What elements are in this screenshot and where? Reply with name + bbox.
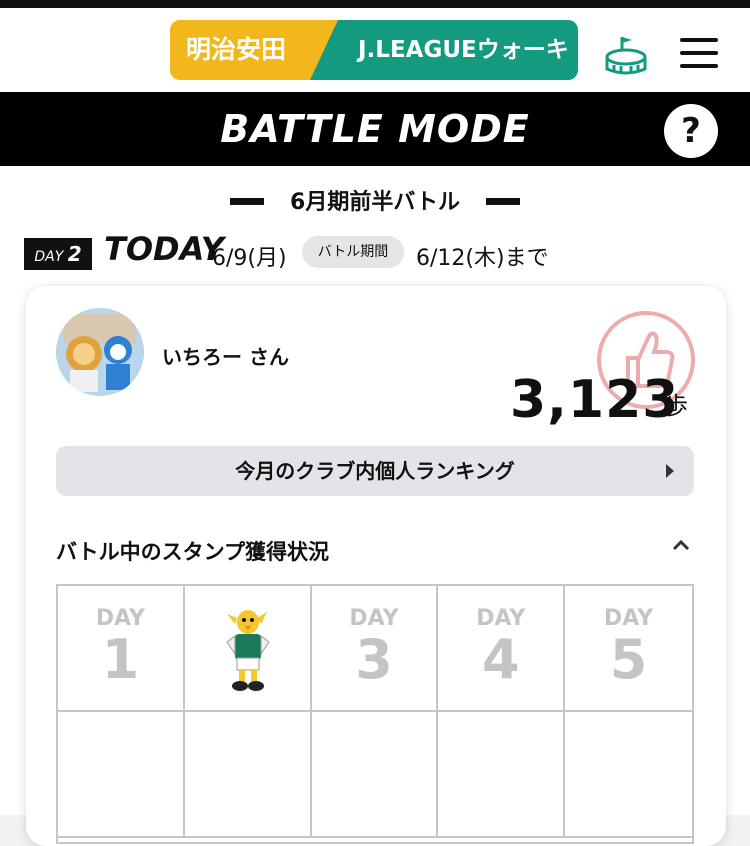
page-title: BATTLE MODE bbox=[220, 107, 530, 151]
user-battle-card: いちろー さん 3,123 歩 今月のクラブ内個人ランキング バトル中のスタンプ… bbox=[26, 286, 726, 846]
stamp-cell-day-3: DAY 3 bbox=[311, 586, 439, 712]
user-name: いちろー さん bbox=[162, 345, 289, 369]
today-label: TODAY bbox=[104, 230, 224, 268]
mascot-stamp-icon bbox=[226, 610, 270, 691]
battle-mode-bar: BATTLE MODE ? bbox=[0, 92, 750, 166]
day-badge-number: 2 bbox=[67, 242, 82, 266]
chevron-right-icon bbox=[666, 464, 674, 478]
main-content: 6月期前半バトル DAY 2 TODAY 6/9(月) バトル期間 6/12(木… bbox=[0, 166, 750, 846]
club-ranking-button[interactable]: 今月のクラブ内個人ランキング bbox=[56, 446, 694, 496]
hamburger-menu-icon[interactable] bbox=[680, 38, 718, 68]
stamp-cell-empty bbox=[58, 712, 185, 838]
battle-period-title: 6月期前半バトル bbox=[290, 190, 460, 215]
stamp-cell-number: 4 bbox=[482, 628, 520, 691]
chevron-up-icon[interactable] bbox=[672, 538, 690, 552]
stamp-cell-day-2 bbox=[184, 586, 312, 712]
stamp-grid: DAY 1 DAY 3 DAY 4 DAY 5 bbox=[56, 584, 694, 844]
avatar[interactable] bbox=[56, 308, 144, 396]
step-unit: 歩 bbox=[664, 392, 688, 420]
step-count: 3,123 bbox=[510, 370, 680, 430]
stamp-cell-day-1: DAY 1 bbox=[58, 586, 185, 712]
stamp-cell-empty bbox=[311, 712, 439, 838]
app-logo[interactable]: 明治安田 J.LEAGUEウォーキング bbox=[170, 20, 578, 80]
stamp-cell-number: 3 bbox=[355, 628, 393, 691]
current-date: 6/9(月) bbox=[212, 246, 287, 271]
battle-period-pill: バトル期間 bbox=[302, 236, 404, 268]
help-button[interactable]: ? bbox=[664, 104, 718, 158]
stamp-cell-number: 5 bbox=[609, 628, 648, 691]
logo-brand-text: J.LEAGUEウォーキング bbox=[310, 20, 578, 80]
stamp-cell-empty bbox=[184, 712, 312, 838]
battle-end-date: 6/12(木)まで bbox=[416, 246, 549, 271]
stamp-cell-day-4: DAY 4 bbox=[438, 586, 566, 712]
day-badge-prefix: DAY bbox=[34, 249, 64, 265]
app-header: 明治安田 J.LEAGUEウォーキング bbox=[0, 8, 750, 92]
top-border bbox=[0, 0, 750, 8]
stadium-icon[interactable] bbox=[604, 33, 648, 77]
stamp-cell-day-5: DAY 5 bbox=[565, 586, 692, 712]
stamp-status-title: バトル中のスタンプ獲得状況 bbox=[56, 540, 329, 564]
stamp-cell-empty bbox=[565, 712, 692, 838]
day-badge: DAY 2 bbox=[24, 238, 92, 270]
stamp-cell-empty bbox=[438, 712, 566, 838]
club-ranking-label: 今月のクラブ内個人ランキング bbox=[235, 459, 515, 483]
stamp-cell-number: 1 bbox=[101, 628, 140, 691]
divider-right bbox=[486, 198, 520, 205]
